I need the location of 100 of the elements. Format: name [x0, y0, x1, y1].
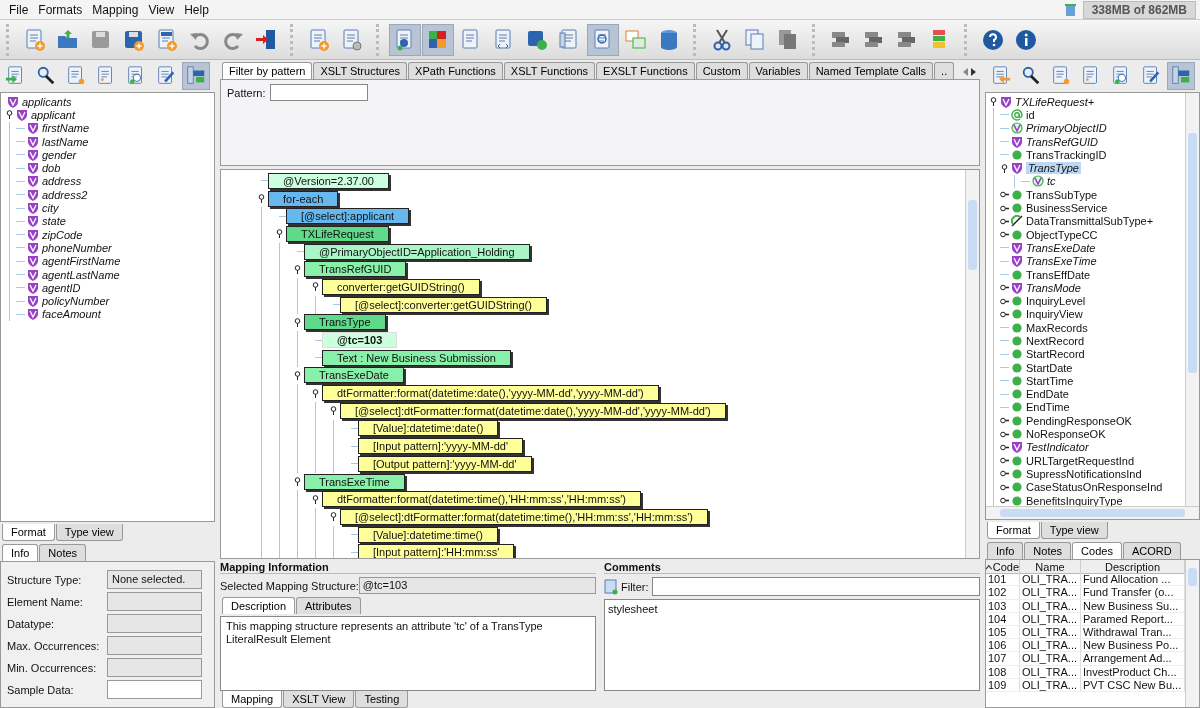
column-header[interactable]: Code: [986, 560, 1020, 574]
tab[interactable]: Filter by pattern: [222, 62, 313, 79]
mapping-node[interactable]: TransRefGUID: [304, 261, 407, 278]
tree-item[interactable]: SupressNotificationsInd: [1026, 467, 1142, 480]
tree-item[interactable]: TransExeTime: [1026, 255, 1097, 268]
collapse-handle-icon[interactable]: [1000, 203, 1009, 213]
tree-item[interactable]: faceAmount: [42, 308, 101, 321]
at-sign-button[interactable]: [587, 23, 619, 56]
expand-handle-icon[interactable]: [5, 110, 14, 120]
menu-item[interactable]: Help: [179, 2, 214, 17]
tree-item[interactable]: DataTransmittalSubType+: [1026, 215, 1154, 228]
tab[interactable]: ..: [934, 62, 955, 79]
text-field[interactable]: [107, 680, 202, 699]
mapping-node[interactable]: [@select]:dtFormatter:format(datetime:time(),'HH:mm:ss','HH:mm:ss'): [340, 508, 708, 525]
mapping-node[interactable]: [@select]:dtFormatter:format(datetime:date(),'yyyy-MM-dd','yyyy-MM-dd'): [340, 402, 726, 419]
collapse-handle-icon[interactable]: [1000, 283, 1009, 293]
tree-item[interactable]: StartRecord: [1026, 348, 1085, 361]
scrollbar[interactable]: [965, 170, 979, 558]
tree-item[interactable]: dob: [42, 162, 61, 175]
tree-item[interactable]: TransRefGUID: [1026, 135, 1098, 148]
tab[interactable]: Mapping: [222, 691, 283, 708]
expand-handle-icon[interactable]: [293, 264, 302, 274]
mapping-node[interactable]: converter:getGUIDString(): [322, 278, 480, 295]
tree-item[interactable]: TransEffDate: [1026, 268, 1091, 281]
tree-item[interactable]: EndDate: [1026, 388, 1069, 401]
tab[interactable]: Codes: [1072, 542, 1122, 559]
tree-button[interactable]: [182, 62, 210, 90]
sort-icon[interactable]: [986, 563, 992, 570]
collapse-handle-icon[interactable]: [1000, 482, 1009, 492]
tab[interactable]: Type view: [1040, 522, 1108, 539]
collapse-handle-icon[interactable]: [1000, 216, 1009, 226]
tree-item[interactable]: tc: [1047, 175, 1056, 188]
tab[interactable]: Variables: [748, 62, 808, 79]
expand-handle-icon[interactable]: [257, 194, 266, 204]
tab[interactable]: Info: [987, 542, 1024, 559]
tree-item[interactable]: TransExeDate: [1026, 241, 1096, 254]
tree-item[interactable]: StartDate: [1026, 361, 1073, 374]
expand-handle-icon[interactable]: [989, 97, 998, 107]
color-squares-button[interactable]: [422, 23, 454, 56]
tree-item[interactable]: PrimaryObjectID: [1026, 122, 1107, 135]
menu-item[interactable]: Formats: [33, 2, 88, 17]
tree-item[interactable]: firstName: [42, 122, 90, 135]
tree-item[interactable]: TransType: [1026, 162, 1081, 175]
collapse-handle-icon[interactable]: [1000, 230, 1009, 240]
tab[interactable]: Notes: [39, 544, 87, 561]
column-header[interactable]: Name: [1020, 560, 1081, 574]
tree-item[interactable]: TestIndicator: [1026, 441, 1089, 454]
tab[interactable]: XPath Functions: [408, 62, 503, 79]
tab[interactable]: Description: [222, 597, 296, 614]
collapse-handle-icon[interactable]: [1000, 190, 1009, 200]
expand-handle-icon[interactable]: [329, 406, 338, 416]
tree-item[interactable]: agentLastName: [42, 268, 120, 281]
mapping-node[interactable]: dtFormatter:format(datetime:time(),'HH:mm:ss','HH:mm:ss'): [322, 491, 641, 508]
mapping-node[interactable]: @PrimaryObjectID=Application_Holding: [304, 243, 530, 260]
expand-handle-icon[interactable]: [1000, 163, 1009, 173]
expand-handle-icon[interactable]: [311, 494, 320, 504]
scrollbar[interactable]: [1185, 93, 1199, 506]
tree-item[interactable]: NoResponseOK: [1026, 428, 1106, 441]
tree-item[interactable]: InquiryView: [1026, 308, 1083, 321]
tree-item[interactable]: id: [1026, 108, 1035, 121]
tree-item[interactable]: TransTrackingID: [1026, 148, 1107, 161]
tree-item[interactable]: MaxRecords: [1026, 321, 1088, 334]
mapping-node[interactable]: [@select]:applicant: [286, 208, 410, 225]
tree-item[interactable]: gender: [42, 148, 77, 161]
scroll-right-icon[interactable]: [971, 68, 977, 76]
trash-icon[interactable]: [1063, 2, 1077, 17]
tree-item[interactable]: InquiryLevel: [1026, 295, 1086, 308]
tree-item[interactable]: ObjectTypeCC: [1026, 228, 1098, 241]
collapse-handle-icon[interactable]: [1000, 429, 1009, 439]
mapping-node[interactable]: [@select]:converter:getGUIDString(): [340, 296, 547, 313]
tree-item[interactable]: CaseStatusOnResponseInd: [1026, 481, 1163, 494]
mapping-node[interactable]: TransType: [304, 314, 386, 331]
tree-item[interactable]: address2: [42, 188, 88, 201]
tab[interactable]: Attributes: [296, 597, 361, 614]
tab[interactable]: Info: [2, 544, 39, 561]
tab[interactable]: Type view: [55, 524, 123, 541]
expand-handle-icon[interactable]: [275, 229, 284, 239]
collapse-handle-icon[interactable]: [1000, 456, 1009, 466]
scrollbar[interactable]: [1185, 560, 1199, 707]
mapping-node[interactable]: @tc=103: [322, 332, 398, 349]
tab[interactable]: Custom: [695, 62, 748, 79]
tree-item[interactable]: applicants: [22, 95, 72, 108]
filter-field[interactable]: [651, 577, 980, 596]
tree-item[interactable]: applicant: [31, 108, 76, 121]
tree-item[interactable]: NextRecord: [1026, 335, 1085, 347]
tree-item[interactable]: TransSubType: [1026, 188, 1098, 201]
tree-item[interactable]: lastName: [42, 135, 89, 148]
scrollbar[interactable]: [986, 506, 1199, 519]
collapse-handle-icon[interactable]: [1000, 296, 1009, 306]
expand-handle-icon[interactable]: [329, 512, 338, 522]
tree-item[interactable]: BenefitsInquiryType: [1026, 494, 1123, 506]
mapping-node[interactable]: Text : New Business Submission: [322, 349, 511, 366]
menu-item[interactable]: Mapping: [87, 2, 144, 17]
tab[interactable]: Notes: [1024, 542, 1072, 559]
menu-item[interactable]: View: [143, 2, 180, 17]
tab[interactable]: XSLT Structures: [313, 62, 408, 79]
mapping-node[interactable]: TransExeTime: [304, 473, 405, 490]
mapping-node[interactable]: dtFormatter:format(datetime:date(),'yyyy-MM-dd','yyyy-MM-dd'): [322, 385, 659, 402]
expand-handle-icon[interactable]: [293, 317, 302, 327]
tree-item[interactable]: agentFirstName: [42, 255, 121, 268]
